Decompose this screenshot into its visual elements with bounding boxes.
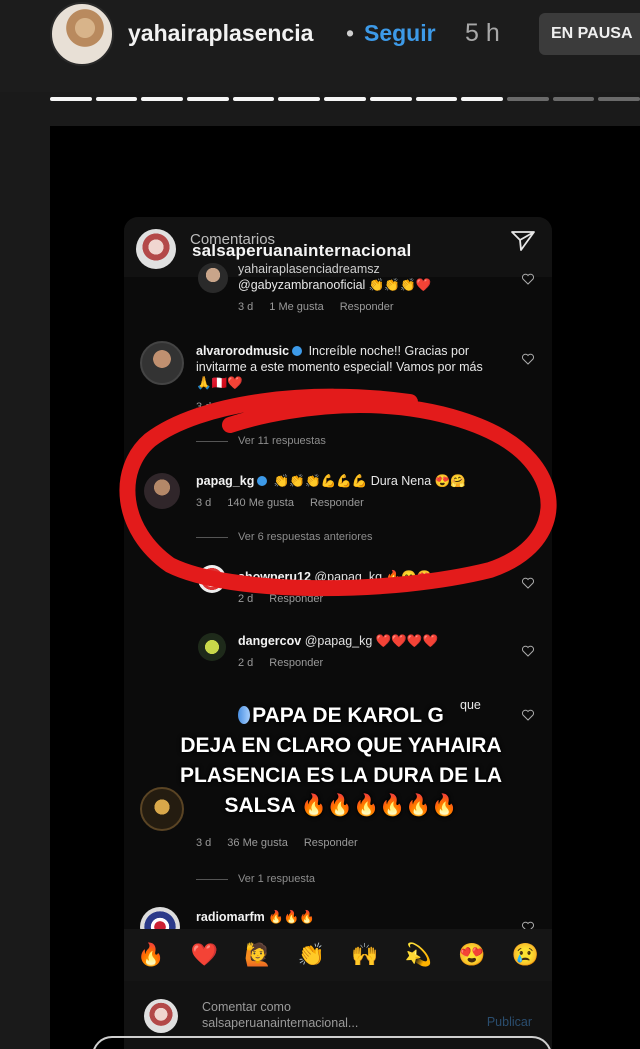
comment-text: @gabyzambranooficial 👏👏👏❤️ bbox=[238, 278, 432, 292]
heart-eyes-emoji-button[interactable]: 😍 bbox=[458, 942, 485, 968]
like-heart-icon[interactable] bbox=[522, 273, 534, 285]
headline-line-3: PLASENCIA ES LA DURA DE LA bbox=[179, 764, 502, 787]
commenter-avatar bbox=[198, 263, 228, 293]
heart-emoji-button[interactable]: ❤️ bbox=[191, 942, 218, 968]
raised-hands-emoji-button[interactable]: 🙌 bbox=[351, 942, 378, 968]
progress-segment bbox=[278, 97, 321, 101]
reply-link[interactable]: Responder bbox=[269, 657, 323, 669]
commenter-avatar bbox=[144, 473, 180, 509]
commenter-avatar bbox=[140, 341, 184, 385]
verified-badge-icon bbox=[257, 476, 268, 486]
progress-segment bbox=[232, 97, 275, 101]
headline-line-2: DEJA EN CLARO QUE YAHAIRA bbox=[180, 734, 502, 757]
comment-username: yahairaplasenciadreamsz bbox=[238, 262, 380, 276]
story-header: yahairaplasencia • Seguir 5 h EN PAUSA bbox=[0, 0, 640, 92]
commenter-avatar bbox=[198, 633, 226, 661]
send-icon bbox=[511, 231, 535, 251]
progress-segment bbox=[598, 97, 640, 101]
follow-button[interactable]: Seguir bbox=[364, 20, 436, 47]
comment-username: papag_kg bbox=[196, 474, 255, 488]
view-replies-link[interactable]: Ver 1 respuesta bbox=[196, 873, 315, 885]
comment-meta: 2 d Responder bbox=[238, 657, 323, 669]
comment-age: 3 d bbox=[196, 837, 212, 849]
comment-meta: 3 d 140 Me gusta Responder bbox=[196, 497, 364, 509]
progress-segment bbox=[415, 97, 458, 101]
view-previous-replies-link[interactable]: Ver 6 respuestas anteriores bbox=[196, 531, 373, 543]
reply-link[interactable]: Responder bbox=[304, 401, 358, 413]
emoji-reaction-bar: 🔥 ❤️ 🙋 👏 🙌 💫 😍 😢 bbox=[124, 929, 552, 981]
own-avatar bbox=[144, 999, 178, 1033]
story-username[interactable]: yahairaplasencia bbox=[128, 20, 313, 47]
progress-segment bbox=[50, 97, 92, 101]
account-avatar bbox=[136, 229, 176, 269]
reply-link[interactable]: Responder bbox=[269, 593, 323, 605]
comment-meta: 3 d 59 Me gusta Responder bbox=[196, 401, 358, 413]
raising-hand-emoji-button[interactable]: 🙋 bbox=[244, 942, 271, 968]
comment-likes[interactable]: 36 Me gusta bbox=[227, 837, 288, 849]
progress-segment bbox=[461, 97, 503, 101]
comment-age: 2 d bbox=[238, 593, 254, 605]
comment-username: showperu12 bbox=[238, 570, 311, 584]
comment-input[interactable]: Comentar como salsaperuanainternacional.… bbox=[202, 999, 358, 1031]
story-headline: PAPA DE KAROL G DEJA EN CLARO QUE YAHAIR… bbox=[136, 701, 546, 821]
pause-badge[interactable]: EN PAUSA bbox=[539, 13, 640, 55]
comment-text: 👏👏👏💪💪💪 Dura Nena 😍🤗 bbox=[273, 474, 466, 488]
crying-emoji-button[interactable]: 😢 bbox=[512, 942, 539, 968]
comment-text: @papag_kg 🔥😊😍 bbox=[314, 570, 433, 584]
story-progress-bar bbox=[50, 97, 640, 101]
comment-age: 3 d bbox=[196, 497, 212, 509]
comment-age: 3 d bbox=[238, 301, 254, 313]
like-heart-icon[interactable] bbox=[522, 353, 534, 365]
view-replies-link[interactable]: Ver 11 respuestas bbox=[196, 435, 326, 447]
progress-segment bbox=[187, 97, 229, 101]
headline-line-1: PAPA DE KAROL G bbox=[252, 704, 444, 727]
separator-dot: • bbox=[346, 20, 355, 46]
comment-meta: 2 d Responder bbox=[238, 593, 323, 605]
profile-avatar[interactable] bbox=[50, 2, 114, 66]
comment-age: 2 d bbox=[238, 657, 254, 669]
commenter-avatar bbox=[198, 565, 226, 593]
like-heart-icon[interactable] bbox=[522, 577, 534, 589]
progress-segment bbox=[95, 97, 138, 101]
blue-heart-icon bbox=[238, 706, 251, 724]
progress-segment bbox=[552, 97, 595, 101]
progress-segment bbox=[369, 97, 412, 101]
reply-link[interactable]: Responder bbox=[304, 837, 358, 849]
progress-segment bbox=[506, 97, 549, 101]
dizzy-emoji-button[interactable]: 💫 bbox=[405, 942, 432, 968]
post-button[interactable]: Publicar bbox=[487, 1015, 532, 1029]
comment-username: alvarorodmusic bbox=[196, 344, 290, 358]
comment-text: 🔥🔥🔥 bbox=[268, 910, 315, 924]
reply-link[interactable]: Responder bbox=[310, 497, 364, 509]
comment-placeholder-line-1: Comentar como bbox=[202, 1000, 291, 1014]
fire-emoji-button[interactable]: 🔥 bbox=[137, 942, 164, 968]
phone-screenshot: Comentarios salsaperuanainternacional ya… bbox=[124, 217, 552, 1049]
reply-link[interactable]: Responder bbox=[340, 301, 394, 313]
headline-line-4: SALSA 🔥🔥🔥🔥🔥🔥 bbox=[224, 794, 458, 817]
account-name: salsaperuanainternacional bbox=[192, 241, 412, 260]
comment-likes[interactable]: 140 Me gusta bbox=[227, 497, 294, 509]
comment-username: dangercov bbox=[238, 634, 302, 648]
verified-badge-icon bbox=[292, 346, 303, 356]
comment-likes[interactable]: 1 Me gusta bbox=[269, 301, 323, 313]
progress-segment bbox=[141, 97, 184, 101]
like-heart-icon[interactable] bbox=[522, 645, 534, 657]
comment-placeholder-line-2: salsaperuanainternacional... bbox=[202, 1016, 359, 1030]
comment-text: @papag_kg ❤️❤️❤️❤️ bbox=[304, 634, 439, 648]
reply-input-pill[interactable] bbox=[92, 1036, 552, 1049]
comment-username: radiomarfm bbox=[196, 910, 265, 924]
progress-segment bbox=[324, 97, 366, 101]
story-time: 5 h bbox=[465, 19, 500, 47]
comment-meta: 3 d 1 Me gusta Responder bbox=[238, 301, 394, 313]
comment-age: 3 d bbox=[196, 401, 212, 413]
clap-emoji-button[interactable]: 👏 bbox=[298, 942, 325, 968]
comment-meta: 3 d 36 Me gusta Responder bbox=[196, 837, 358, 849]
comment-likes[interactable]: 59 Me gusta bbox=[227, 401, 288, 413]
